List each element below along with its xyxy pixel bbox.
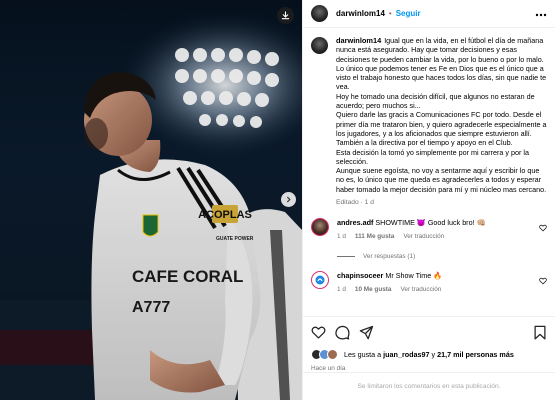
heart-icon: [539, 225, 547, 232]
caption-avatar[interactable]: [311, 37, 328, 54]
see-translation-button[interactable]: Ver traducción: [400, 285, 441, 294]
comment-avatar[interactable]: [311, 218, 329, 237]
likes-summary: Les gusta a juan_rodas97 y 21,7 mil pers…: [311, 349, 547, 360]
save-button[interactable]: [533, 325, 547, 340]
bookmark-icon: [534, 325, 546, 340]
separator-dot: •: [388, 9, 392, 18]
heart-icon: [539, 278, 547, 285]
next-media-button[interactable]: [281, 192, 296, 207]
download-icon: [281, 11, 290, 20]
see-translation-button[interactable]: Ver traducción: [403, 232, 444, 241]
likes-prefix: Les gusta a: [344, 350, 384, 359]
comments-limited-notice: Se limitaron los comentarios en esta pub…: [303, 372, 555, 400]
heart-icon: [311, 326, 326, 339]
chevron-right-icon: [287, 196, 291, 203]
post-header: darwinlom14 • Seguir: [303, 0, 555, 28]
caption-edited: Editado · 1 d: [336, 199, 374, 207]
post-sidebar: darwinlom14 • Seguir darwinlom14 Igual qu…: [302, 0, 555, 400]
comment-time: 1 d: [337, 286, 346, 294]
caption-username[interactable]: darwinlom14: [336, 36, 381, 45]
post-time: Hace un día: [311, 365, 346, 372]
likes-text: Les gusta a juan_rodas97 y 21,7 mil pers…: [344, 350, 514, 359]
post-photo: ACOPLAS CAFE CORAL A777 GUATE POWER: [0, 0, 302, 400]
blue-logo-icon: [315, 275, 325, 285]
comment-button[interactable]: [335, 325, 350, 340]
comment-item: chapinsoceer Mr Show Time 🔥 1 d 10 Me gu…: [311, 271, 547, 294]
comment-like-button[interactable]: [539, 224, 547, 234]
post-media[interactable]: ACOPLAS CAFE CORAL A777 GUATE POWER: [0, 0, 302, 400]
comment-body: andres.adf SHOWTIME 😈 Good luck bro! 👊🏼 …: [337, 218, 547, 241]
comment-item: andres.adf SHOWTIME 😈 Good luck bro! 👊🏼 …: [311, 218, 547, 241]
send-icon: [359, 325, 374, 339]
comment-likes[interactable]: 10 Me gusta: [355, 285, 392, 294]
follow-button[interactable]: Seguir: [396, 9, 421, 18]
comment-text: SHOWTIME 😈 Good luck bro! 👊🏼: [375, 218, 486, 228]
view-replies-button[interactable]: Ver respuestas (1): [337, 253, 547, 260]
replies-line: [337, 256, 355, 258]
comment-avatar[interactable]: [311, 271, 329, 290]
view-replies-label: Ver respuestas (1): [363, 253, 416, 261]
comment-text: Mr Show Time 🔥: [385, 271, 443, 281]
likes-count[interactable]: 21,7 mil personas más: [437, 350, 514, 359]
share-button[interactable]: [359, 325, 374, 340]
liker-avatar: [327, 349, 338, 360]
author-avatar[interactable]: [311, 5, 328, 22]
like-button[interactable]: [311, 325, 326, 340]
download-button[interactable]: [277, 7, 294, 24]
comment-username[interactable]: chapinsoceer: [337, 271, 383, 280]
comments-scroll[interactable]: darwinlom14 Igual que en la vida, en el f…: [303, 28, 555, 316]
comment-likes[interactable]: 111 Me gusta: [355, 232, 394, 241]
comment-icon: [335, 325, 350, 340]
likes-user[interactable]: juan_rodas97: [383, 350, 429, 359]
comment-body: chapinsoceer Mr Show Time 🔥 1 d 10 Me gu…: [337, 271, 547, 294]
caption: darwinlom14 Igual que en la vida, en el f…: [311, 36, 547, 207]
more-horizontal-icon: [535, 13, 547, 16]
caption-body: darwinlom14 Igual que en la vida, en el f…: [336, 36, 547, 207]
comment-time: 1 d: [337, 233, 346, 241]
instagram-post: ACOPLAS CAFE CORAL A777 GUATE POWER darw…: [0, 0, 555, 400]
caption-text: Igual que en la vida, en el fútbol el dí…: [336, 36, 547, 194]
likes-mid: y: [429, 350, 438, 359]
liker-avatars: [311, 349, 338, 360]
comment-like-button[interactable]: [539, 277, 547, 287]
action-icons: [311, 323, 547, 341]
comment-username[interactable]: andres.adf: [337, 218, 373, 227]
author-username[interactable]: darwinlom14: [336, 9, 385, 18]
more-options-button[interactable]: [535, 8, 547, 20]
